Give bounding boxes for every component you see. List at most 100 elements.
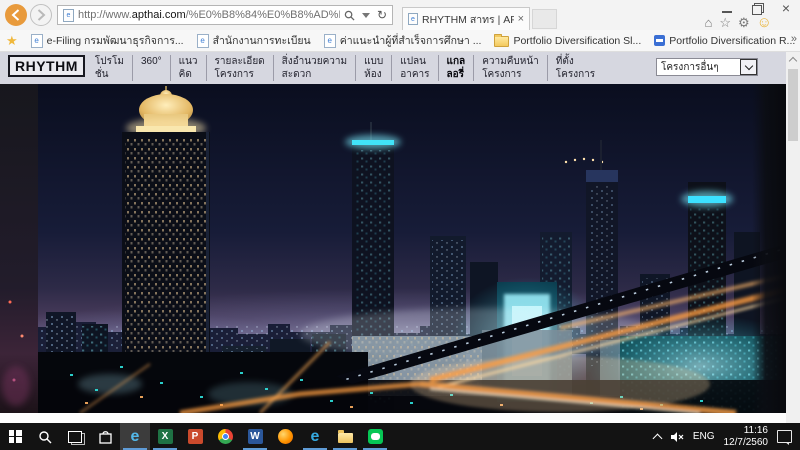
nav-item-gallery[interactable]: แกลลอรี่ xyxy=(438,55,474,81)
tray-time: 11:16 xyxy=(724,425,769,437)
store-bag-icon xyxy=(99,430,112,444)
refresh-icon[interactable]: ↻ xyxy=(377,9,387,21)
tab-title: RHYTHM สาทร | AP (Thailan... xyxy=(422,11,514,28)
bookmarks-overflow-icon[interactable]: » xyxy=(791,33,797,45)
taskbar-app-powerpoint[interactable]: P xyxy=(180,423,210,450)
dropdown-value: โครงการอื่นๆ xyxy=(661,60,719,75)
bookmark-item[interactable]: Portfolio Diversification Sl... xyxy=(494,34,641,47)
system-tray: ENG 11:16 12/7/2560 xyxy=(654,423,800,450)
nav-item-facilities[interactable]: สิ่งอำนวยความสะดวก xyxy=(273,55,355,81)
taskbar-app-edge[interactable]: e xyxy=(300,423,330,450)
file-explorer-icon xyxy=(338,433,353,443)
store-button[interactable] xyxy=(90,423,120,450)
folder-icon xyxy=(494,36,509,47)
excel-icon: X xyxy=(158,429,173,444)
language-indicator[interactable]: ENG xyxy=(693,431,715,442)
home-icon[interactable]: ⌂ xyxy=(705,15,713,30)
page-background-strip xyxy=(0,413,786,423)
tab-close-icon[interactable]: × xyxy=(518,13,524,25)
bookmark-label: Portfolio Diversification Sl... xyxy=(513,35,641,47)
restore-button[interactable] xyxy=(752,3,762,15)
skyline-illustration xyxy=(0,84,786,413)
favorites-bar-star-icon[interactable]: ★ xyxy=(6,33,18,49)
bookmarks-bar: ★ e e-Filing กรมพัฒนาธุรกิจการ... e สำนั… xyxy=(0,30,800,52)
settings-gear-icon[interactable]: ⚙ xyxy=(738,15,750,31)
bookmark-label: e-Filing กรมพัฒนาธุรกิจการ... xyxy=(47,32,184,49)
bookmark-label: ค่าแนะนำผู้ที่สำเร็จการศึกษา ... xyxy=(340,32,482,49)
document-icon xyxy=(654,35,665,46)
back-arrow-icon xyxy=(10,9,22,21)
nav-item-building-plan[interactable]: แปลนอาคาร xyxy=(391,55,437,81)
nav-item-location[interactable]: ที่ตั้งโครงการ xyxy=(547,55,603,81)
taskbar-app-word[interactable]: W xyxy=(240,423,270,450)
nav-item-concept[interactable]: แนวคิด xyxy=(170,55,206,81)
bookmark-item[interactable]: e ค่าแนะนำผู้ที่สำเร็จการศึกษา ... xyxy=(324,32,482,49)
volume-muted-icon[interactable] xyxy=(670,431,684,443)
ie-page-icon: e xyxy=(31,34,43,48)
chevron-down-icon xyxy=(744,62,752,70)
nav-item-progress[interactable]: ความคืบหน้าโครงการ xyxy=(473,55,547,81)
tray-date: 12/7/2560 xyxy=(724,437,769,449)
taskbar-app-chrome[interactable] xyxy=(210,423,240,450)
browser-window: e http://www.apthai.com/%E0%B8%84%E0%B8%… xyxy=(0,0,800,450)
url-dropdown-icon[interactable] xyxy=(362,13,370,18)
bookmark-label: สำนักงานการทะเบียน xyxy=(213,32,311,49)
bookmark-item[interactable]: e สำนักงานการทะเบียน xyxy=(197,32,311,49)
line-app-icon xyxy=(368,429,383,444)
internet-explorer-icon: e xyxy=(131,429,140,445)
hero-photo-bangkok-night-skyline xyxy=(0,84,786,413)
page-icon: e xyxy=(63,9,74,22)
rhythm-logo[interactable]: RHYTHM xyxy=(8,55,85,77)
chrome-icon xyxy=(218,429,233,444)
bookmark-item[interactable]: e e-Filing กรมพัฒนาธุรกิจการ... xyxy=(31,32,184,49)
scrollbar-up-arrow[interactable] xyxy=(786,52,800,67)
bookmark-label: Portfolio Diversification R... xyxy=(669,35,795,47)
taskbar-app-excel[interactable]: X xyxy=(150,423,180,450)
search-icon[interactable] xyxy=(344,10,355,21)
bookmark-item[interactable]: Portfolio Diversification R... xyxy=(654,35,795,47)
task-view-button[interactable] xyxy=(60,423,90,450)
page-scrollbar[interactable] xyxy=(786,52,800,423)
ie-page-icon: e xyxy=(324,34,336,48)
new-tab-button[interactable] xyxy=(532,9,557,29)
nav-item-promotion[interactable]: โปรโมชั่น xyxy=(87,55,132,81)
chevron-up-icon xyxy=(789,57,797,65)
action-center-icon[interactable] xyxy=(777,430,792,443)
firefox-icon xyxy=(278,429,293,444)
address-bar[interactable]: e http://www.apthai.com/%E0%B8%84%E0%B8%… xyxy=(57,5,393,25)
hidden-icons-chevron[interactable] xyxy=(652,433,662,443)
site-navbar: RHYTHM โปรโมชั่น 360° แนวคิด รายละเอียดโ… xyxy=(0,52,786,84)
taskbar-app-firefox[interactable] xyxy=(270,423,300,450)
windows-taskbar: e X P W e ENG xyxy=(0,423,800,450)
clock[interactable]: 11:16 12/7/2560 xyxy=(724,425,769,449)
browser-tab[interactable]: e RHYTHM สาทร | AP (Thailan... × xyxy=(402,7,530,30)
nav-item-room-types[interactable]: แบบห้อง xyxy=(355,55,391,81)
task-view-icon xyxy=(68,431,82,443)
forward-button[interactable] xyxy=(30,4,52,26)
word-icon: W xyxy=(248,429,263,444)
dropdown-button[interactable] xyxy=(740,59,757,75)
nav-menu: โปรโมชั่น 360° แนวคิด รายละเอียดโครงการ … xyxy=(87,55,603,81)
start-button[interactable] xyxy=(0,423,30,450)
tab-favicon: e xyxy=(408,13,418,25)
nav-item-project-details[interactable]: รายละเอียดโครงการ xyxy=(206,55,273,81)
favorites-star-icon[interactable]: ☆ xyxy=(719,15,731,31)
close-button[interactable]: × xyxy=(782,2,790,15)
forward-arrow-icon xyxy=(35,9,47,21)
edge-icon: e xyxy=(311,429,320,445)
ie-page-icon: e xyxy=(197,34,209,48)
taskbar-app-file-explorer[interactable] xyxy=(330,423,360,450)
url-text: http://www.apthai.com/%E0%B8%84%E0%B8%AD… xyxy=(78,9,340,21)
minimize-button[interactable] xyxy=(722,4,732,13)
search-icon xyxy=(38,430,52,444)
other-projects-dropdown[interactable]: โครงการอื่นๆ xyxy=(656,58,758,76)
taskbar-search-button[interactable] xyxy=(30,423,60,450)
windows-logo-icon xyxy=(9,430,22,443)
url-domain: apthai.com xyxy=(132,9,186,21)
back-button[interactable] xyxy=(5,4,27,26)
taskbar-app-line[interactable] xyxy=(360,423,390,450)
taskbar-app-internet-explorer[interactable]: e xyxy=(120,423,150,450)
nav-item-360[interactable]: 360° xyxy=(132,55,170,81)
scrollbar-thumb[interactable] xyxy=(788,69,798,141)
feedback-smiley-icon[interactable]: ☺ xyxy=(757,14,772,31)
